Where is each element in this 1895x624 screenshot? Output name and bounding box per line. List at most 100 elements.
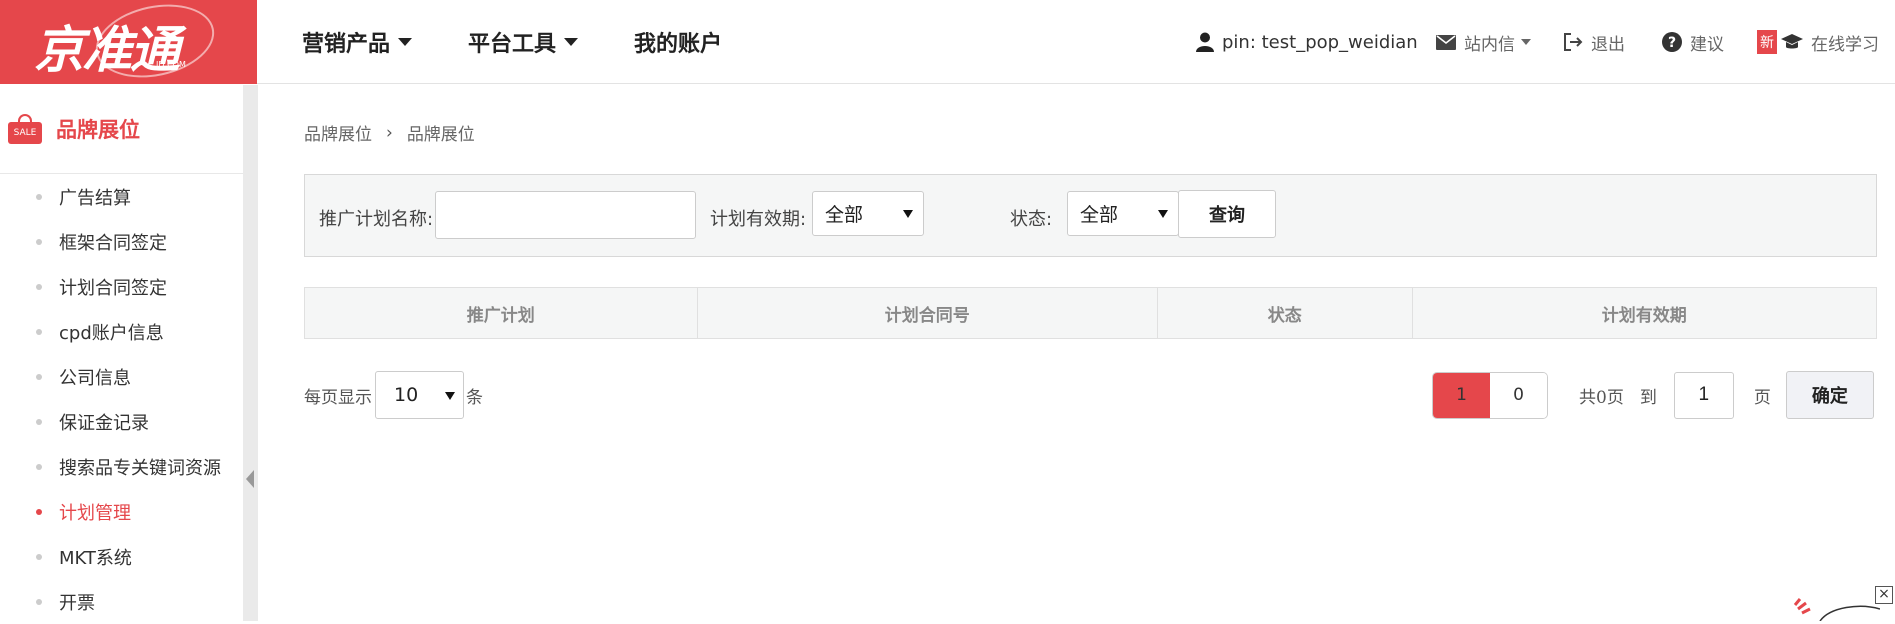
caret-down-icon [564,38,579,46]
select-arrow-icon [903,210,913,218]
bullet-dot-icon [36,373,42,380]
sidebar-item-label: 保证金记录 [59,412,149,434]
toolbar-suggest[interactable]: ? 建议 [1662,0,1724,84]
select-arrow-icon [445,392,455,400]
query-button[interactable]: 查询 [1178,190,1276,238]
close-icon[interactable]: × [1875,586,1893,604]
bullet-dot-icon [36,238,42,245]
sidebar-item-ad-settlement[interactable]: 广告结算 [0,174,243,219]
page-size-suffix: 条 [466,387,483,408]
column-header-plan[interactable]: 推广计划 [305,288,698,338]
sidebar-item-mkt-system[interactable]: MKT系统 [0,534,243,579]
bullet-dot-icon [36,328,42,335]
sidebar-item-deposit-records[interactable]: 保证金记录 [0,399,243,444]
page-size-select[interactable]: 10 [375,371,464,419]
validity-select[interactable]: 全部 [812,191,924,236]
status-select-value: 全部 [1080,204,1119,226]
toolbar-messages[interactable]: 站内信 [1436,0,1531,84]
user-pin[interactable]: pin: test_pop_weidian [1196,32,1418,53]
page-buttons: 1 0 [1432,371,1548,419]
nav-platform-tools-label: 平台工具 [468,32,557,57]
sidebar-item-label: cpd账户信息 [59,322,164,344]
status-label: 状态: [1010,209,1053,230]
validity-label: 计划有效期: [710,209,807,230]
sidebar-item-plan-contract[interactable]: 计划合同签定 [0,264,243,309]
sidebar-item-company-info[interactable]: 公司信息 [0,354,243,399]
nav-platform-tools[interactable]: 平台工具 [468,26,579,58]
bullet-dot-icon [36,283,42,290]
logo-subtext: JD.COM [156,60,186,69]
logout-icon [1564,33,1583,51]
toolbar-user[interactable]: pin: test_pop_weidian [1196,0,1418,84]
goto-label: 到 [1639,387,1657,408]
breadcrumb-level1[interactable]: 品牌展位 [304,120,372,145]
page-button[interactable]: 0 [1490,372,1547,418]
page-size-value: 10 [394,384,419,406]
sidebar-item-plan-management[interactable]: 计划管理 [0,489,243,534]
user-pin-text: pin: test_pop_weidian [1222,31,1418,53]
nav-marketing-products-label: 营销产品 [302,32,391,57]
sidebar-item-label: 计划合同签定 [59,277,167,299]
top-header: 京准通 JD.COM 营销产品 平台工具 我的账户 pin: test_pop_… [0,0,1895,88]
nav-my-account-label: 我的账户 [634,32,723,57]
plan-name-input[interactable] [435,191,696,239]
top-nav: 营销产品 平台工具 我的账户 [302,0,778,84]
bullet-dot-icon [36,418,42,425]
column-header-contract-no[interactable]: 计划合同号 [698,288,1158,338]
sidebar: SALE 品牌展位 广告结算 框架合同签定 计划合同签定 cpd账户信息 公司信… [0,85,243,621]
sidebar-item-cpd-account[interactable]: cpd账户信息 [0,309,243,354]
select-arrow-icon [1158,210,1168,218]
validity-select-value: 全部 [825,204,864,226]
sidebar-header[interactable]: SALE 品牌展位 [0,85,243,174]
jzt-logo[interactable]: 京准通 JD.COM [0,0,257,88]
page-size-prefix: 每页显示 [304,387,372,408]
messages-menu[interactable]: 站内信 [1436,30,1531,55]
column-header-validity[interactable]: 计划有效期 [1413,288,1876,338]
column-header-status[interactable]: 状态 [1158,288,1413,338]
page-button-current[interactable]: 1 [1433,372,1490,418]
bullet-dot-icon [36,508,42,515]
goto-page-input[interactable] [1673,371,1734,419]
confirm-goto-button[interactable]: 确定 [1785,371,1874,419]
help-circle-icon: ? [1662,32,1682,52]
nav-marketing-products[interactable]: 营销产品 [302,26,413,58]
total-pages-text: 共0页 [1579,387,1624,408]
bullet-dot-icon [36,193,42,200]
logo-text: 京准通 [34,20,180,79]
breadcrumb-level2: 品牌展位 [406,125,475,145]
logout-label: 退出 [1591,34,1625,55]
toolbar-learn[interactable]: 新 在线学习 [1757,0,1879,84]
new-badge: 新 [1757,30,1777,54]
bullet-dot-icon [36,598,42,605]
breadcrumb: 品牌展位 › 品牌展位 [304,120,475,146]
collapse-left-icon [246,470,254,488]
chevron-right-icon: › [386,122,393,143]
sidebar-item-label: 计划管理 [59,502,131,524]
online-learning-link[interactable]: 新 在线学习 [1757,30,1879,55]
nav-my-account[interactable]: 我的账户 [634,26,722,58]
sale-bag-icon: SALE [8,114,42,144]
bullet-dot-icon [36,463,42,470]
sidebar-item-framework-contract[interactable]: 框架合同签定 [0,219,243,264]
sidebar-item-label: 开票 [59,592,95,614]
plan-name-label: 推广计划名称: [319,209,434,230]
sidebar-item-label: 搜索品专关键词资源 [59,457,221,479]
sidebar-item-label: 框架合同签定 [59,232,167,254]
sidebar-collapse-handle[interactable] [243,85,258,621]
plan-table-header: 推广计划 计划合同号 状态 计划有效期 [304,287,1877,339]
sidebar-menu: 广告结算 框架合同签定 计划合同签定 cpd账户信息 公司信息 保证金记录 搜索… [0,174,243,624]
sidebar-item-label: 广告结算 [59,187,131,209]
main-content: 品牌展位 › 品牌展位 推广计划名称: 计划有效期: 全部 状态: 全部 查询 … [258,85,1895,621]
sidebar-item-invoice[interactable]: 开票 [0,579,243,624]
status-select[interactable]: 全部 [1067,191,1179,236]
floating-widget-decoration-icon [1793,598,1880,621]
suggest-label: 建议 [1690,34,1724,55]
logout-button[interactable]: 退出 [1563,30,1625,55]
suggest-button[interactable]: ? 建议 [1662,30,1724,55]
toolbar-logout[interactable]: 退出 [1563,0,1625,84]
user-icon [1196,32,1214,52]
sidebar-item-search-keywords[interactable]: 搜索品专关键词资源 [0,444,243,489]
caret-down-icon [398,38,413,46]
page-unit-label: 页 [1753,387,1771,408]
bullet-dot-icon [36,553,42,560]
